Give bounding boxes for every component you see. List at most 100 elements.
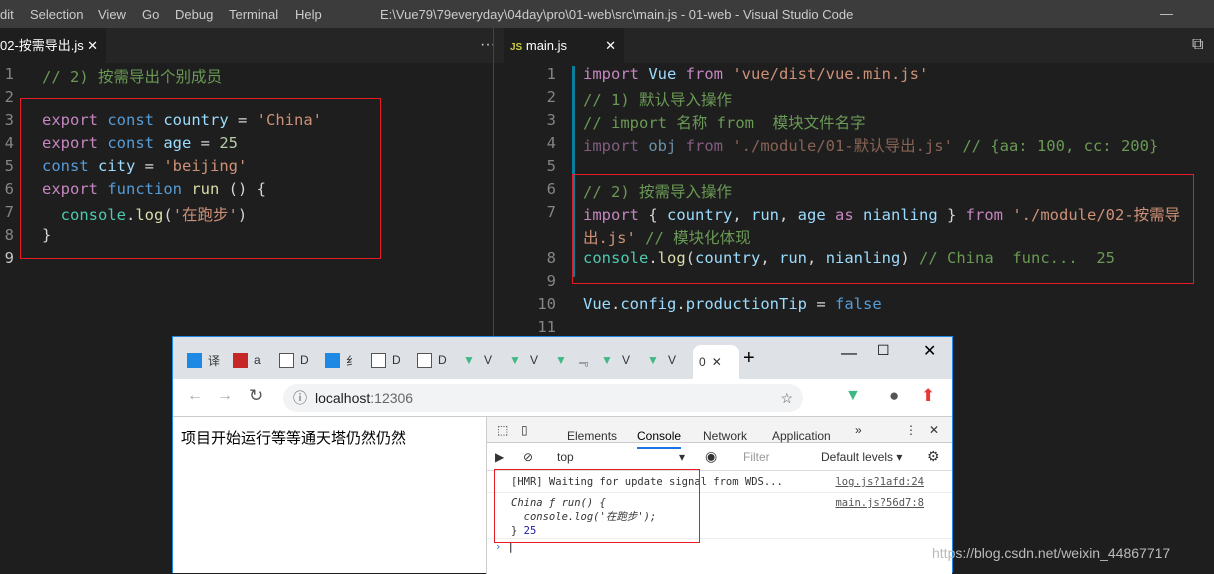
left-tab-bar: 02-按需导出.js ✕ ···	[0, 28, 496, 63]
back-icon[interactable]: ←	[187, 387, 203, 405]
context-select[interactable]: top	[557, 450, 574, 464]
profile-icon[interactable]: ●	[889, 386, 899, 406]
browser-tab[interactable]: D	[417, 349, 447, 371]
more-tabs-icon[interactable]: »	[855, 423, 862, 437]
sidebar-toggle-icon[interactable]: ▶	[495, 450, 504, 464]
split-editor-icon[interactable]: ⧉	[1192, 36, 1203, 54]
close-devtools-icon[interactable]: ✕	[929, 423, 939, 437]
highlight-box-right	[572, 174, 1194, 284]
vue-devtools-icon[interactable]: ▼	[845, 387, 861, 405]
browser-tab[interactable]: ▼ V	[463, 349, 492, 371]
line-number: 5	[546, 157, 556, 175]
tab-favicon: ▼	[509, 352, 521, 367]
tab-favicon	[371, 352, 386, 368]
tab-title: V	[622, 353, 631, 367]
code-token: './module/01-默认导出.js'	[732, 137, 953, 155]
browser-tab[interactable]: 译	[187, 349, 220, 371]
tab-application[interactable]: Application	[772, 429, 831, 443]
tab-network[interactable]: Network	[703, 429, 747, 443]
line-number: 3	[4, 111, 14, 129]
code-token: =	[807, 295, 836, 313]
info-icon: ⓘ	[293, 390, 307, 406]
clear-console-icon[interactable]: ⊘	[523, 450, 533, 464]
minimize-icon[interactable]: —	[1160, 6, 1173, 21]
device-toggle-icon[interactable]: ▯	[521, 423, 528, 437]
tab-label: main.js	[525, 38, 568, 53]
settings-icon[interactable]: ⚙	[927, 448, 940, 465]
line-number: 7	[546, 203, 556, 221]
code-line: import obj from './module/01-默认导出.js' //…	[583, 134, 1158, 156]
browser-tab[interactable]: ▼ V	[601, 349, 630, 371]
code-token: false	[835, 295, 882, 313]
filter-input[interactable]: Filter	[743, 450, 770, 464]
code-token: Vue	[648, 65, 686, 83]
message-source-link[interactable]: log.js?1afd:24	[835, 476, 924, 488]
code-token: 'vue/dist/vue.min.js'	[732, 65, 929, 83]
tab-title: a	[254, 353, 261, 367]
tab-favicon	[417, 352, 432, 368]
tab-title: 纟	[346, 353, 359, 368]
code-token: import	[583, 137, 649, 155]
menu-item-dit[interactable]: dit	[0, 7, 14, 22]
browser-tab-strip: 译 a D 纟 D D ▼ V ▼ V ▼ ﹃ ▼ V ▼ V 0 ✕ + — ☐ ✕	[173, 337, 952, 379]
tab-main-js[interactable]: JS main.js ✕	[504, 28, 624, 63]
line-number: 8	[4, 226, 14, 244]
code-line: // 1) 默认导入操作	[583, 88, 732, 110]
close-icon[interactable]: ✕	[923, 341, 936, 361]
line-number: 2	[546, 88, 556, 106]
update-icon[interactable]: ⬆	[921, 386, 935, 406]
menu-item-selection[interactable]: Selection	[30, 7, 83, 22]
code-line: // 2) 按需导出个别成员	[42, 65, 222, 87]
title-bar: dit Selection View Go Debug Terminal Help E:\V…	[0, 0, 1214, 28]
address-bar-row: ← → ↻ ⓘ localhost:12306 ☆ ▼ ● ⬆	[173, 379, 952, 417]
browser-tab[interactable]: 纟	[325, 349, 358, 371]
new-tab-button[interactable]: +	[743, 347, 755, 370]
code-token: // import 名称 from 模块文件名字	[583, 114, 866, 132]
inspect-icon[interactable]: ⬚	[497, 423, 508, 437]
right-tab-bar: JS main.js ✕ ⧉	[494, 28, 1214, 63]
browser-tab[interactable]: D	[279, 349, 309, 371]
code-line: import Vue from 'vue/dist/vue.min.js'	[583, 65, 928, 83]
reload-icon[interactable]: ↻	[249, 386, 263, 406]
url-input[interactable]: ⓘ localhost:12306 ☆	[283, 384, 803, 412]
browser-tab[interactable]: ▼ V	[647, 349, 676, 371]
highlight-box-left	[20, 98, 381, 259]
browser-tab[interactable]: ▼ V	[509, 349, 538, 371]
menu-item-go[interactable]: Go	[142, 7, 159, 22]
eye-icon[interactable]: ◉	[705, 448, 717, 465]
highlight-box-console	[494, 469, 700, 543]
menu-item-help[interactable]: Help	[295, 7, 322, 22]
chevron-down-icon[interactable]: ▾	[679, 450, 685, 464]
menu-item-terminal[interactable]: Terminal	[229, 7, 278, 22]
tab-favicon	[279, 352, 294, 368]
close-icon[interactable]: ✕	[605, 28, 616, 63]
line-number: 3	[546, 111, 556, 129]
close-tab-icon[interactable]: ✕	[712, 355, 722, 369]
tab-elements[interactable]: Elements	[567, 429, 617, 443]
kebab-menu-icon[interactable]: ⋮	[905, 423, 917, 437]
menu-item-view[interactable]: View	[98, 7, 126, 22]
tab-title: D	[392, 353, 401, 367]
menu-item-debug[interactable]: Debug	[175, 7, 213, 22]
tab-favicon: ▼	[647, 352, 659, 367]
code-token: // 2) 按需导出个别成员	[42, 68, 222, 86]
star-icon[interactable]: ☆	[780, 384, 793, 412]
browser-window: 译 a D 纟 D D ▼ V ▼ V ▼ ﹃ ▼ V ▼ V 0 ✕ + — ☐ ✕ ← → ↻ ⓘ localho…	[172, 336, 953, 574]
tab-02-export[interactable]: 02-按需导出.js ✕	[0, 28, 106, 63]
tab-label: 02-按需导出.js	[0, 38, 84, 53]
browser-tab-active[interactable]: 0 ✕	[693, 345, 739, 379]
log-levels-select[interactable]: Default levels ▾	[821, 450, 902, 464]
forward-icon[interactable]: →	[217, 387, 233, 405]
message-source-link[interactable]: main.js?56d7:8	[835, 496, 924, 510]
code-token: // {aa: 100, cc: 200}	[952, 137, 1159, 155]
minimize-icon[interactable]: —	[841, 345, 857, 363]
browser-tab[interactable]: a	[233, 349, 261, 371]
line-number: 6	[4, 180, 14, 198]
maximize-icon[interactable]: ☐	[877, 342, 890, 359]
browser-tab[interactable]: ▼ ﹃	[555, 349, 588, 371]
browser-tab[interactable]: D	[371, 349, 401, 371]
close-icon[interactable]: ✕	[87, 28, 98, 63]
code-token: import	[583, 65, 649, 83]
tab-title: V	[668, 353, 677, 367]
line-number: 4	[546, 134, 556, 152]
